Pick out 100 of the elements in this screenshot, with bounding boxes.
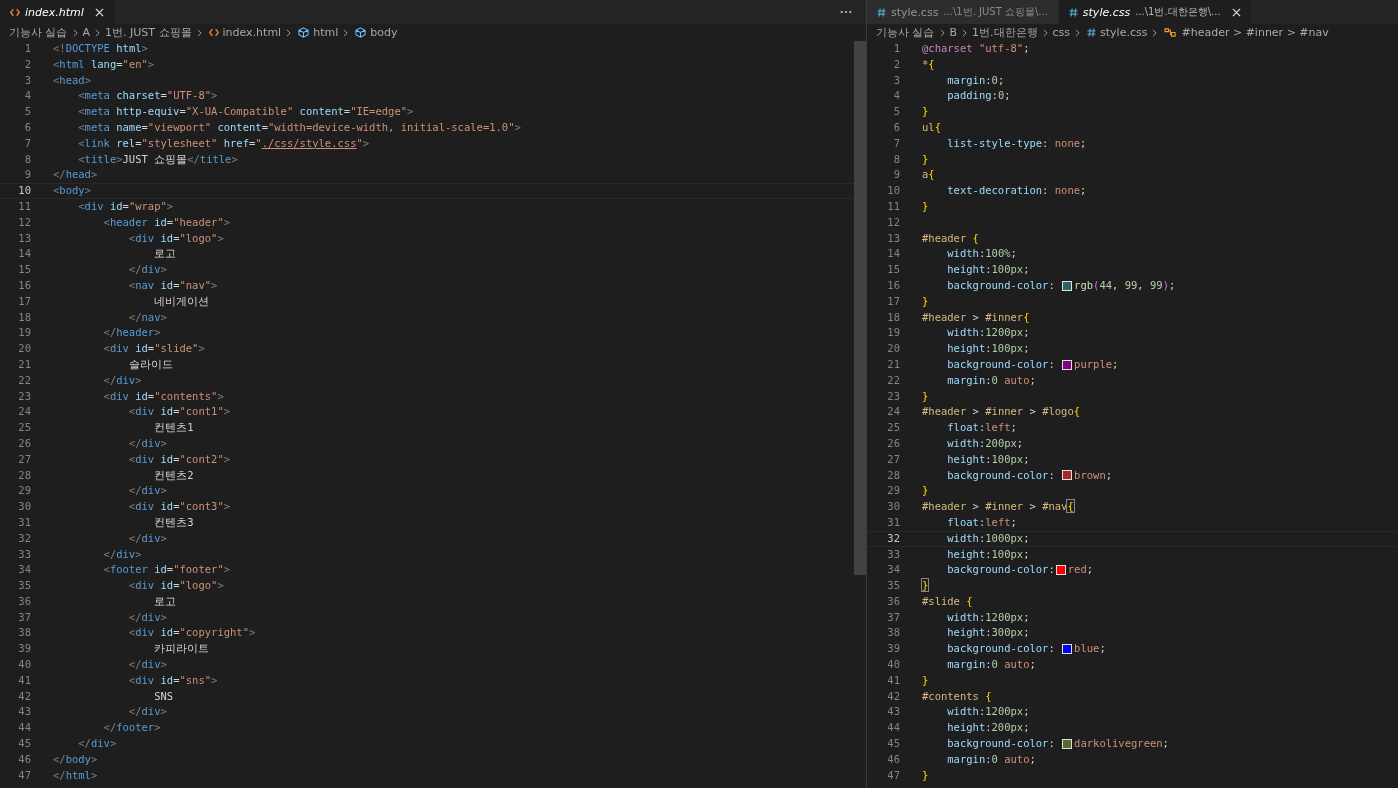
line-number: 4 — [23, 88, 31, 104]
angle-brackets-icon — [208, 28, 219, 37]
line-number: 40 — [886, 657, 900, 673]
chevron-icon — [1075, 28, 1081, 37]
breadcrumb-item[interactable]: 기능사 실습 — [876, 25, 935, 40]
breadcrumb-item[interactable]: 1번. JUST 쇼핑몰 — [105, 25, 192, 40]
code-text: </div> — [127, 657, 167, 673]
line-number: 35 — [886, 578, 900, 594]
code-text: margin:0 auto; — [946, 751, 1036, 767]
line-number: 32 — [17, 530, 31, 546]
code-text: </div> — [127, 530, 167, 546]
code-text: </div> — [127, 609, 167, 625]
breadcrumb-item[interactable]: style.css — [1100, 26, 1148, 39]
breadcrumb-item[interactable]: #header > #inner > #nav — [1181, 26, 1329, 39]
line-number: 8 — [23, 151, 31, 167]
line-number: 13 — [17, 230, 31, 246]
line-number: 31 — [886, 514, 900, 530]
color-swatch[interactable] — [1062, 359, 1073, 370]
more-actions-icon[interactable] — [840, 10, 852, 14]
editor-tab[interactable]: style.css ...\1번.대한은행\... — [1058, 0, 1252, 24]
line-number: 28 — [17, 467, 31, 483]
close-icon[interactable] — [94, 7, 104, 17]
code-text: #slide { — [922, 593, 973, 609]
line-number: 39 — [886, 641, 900, 657]
code-text: 네비게이션 — [153, 293, 210, 309]
scrollbar-thumb[interactable] — [854, 41, 866, 575]
code-text: height:200px; — [946, 720, 1030, 736]
code-text: height:100px; — [946, 546, 1030, 562]
code-text: <div id="copyright"> — [127, 625, 256, 641]
line-number: 40 — [17, 657, 31, 673]
code-text: margin:0 auto; — [946, 372, 1036, 388]
line-number: 28 — [886, 467, 900, 483]
line-number: 9 — [23, 167, 31, 183]
color-swatch[interactable] — [1062, 280, 1073, 291]
chevron-icon — [1152, 28, 1158, 37]
breadcrumb-item[interactable]: A — [82, 26, 91, 39]
line-number: 18 — [17, 309, 31, 325]
line-number: 35 — [17, 578, 31, 594]
breadcrumb-item[interactable]: 기능사 실습 — [9, 25, 68, 40]
breadcrumb-item[interactable]: index.html — [222, 26, 282, 39]
code-text: #header > #inner > #logo{ — [922, 404, 1081, 420]
code-text: 로고 — [153, 246, 177, 262]
breadcrumb-item[interactable]: B — [949, 26, 958, 39]
line-number: 24 — [17, 404, 31, 420]
breadcrumb-item[interactable]: 1번.대한은행 — [972, 25, 1038, 40]
line-number: 46 — [886, 751, 900, 767]
color-swatch[interactable] — [1062, 738, 1073, 749]
code-text: </body> — [53, 751, 98, 767]
line-number: 44 — [886, 720, 900, 736]
line-number: 32 — [886, 531, 900, 546]
code-text: </div> — [102, 372, 142, 388]
code-text: <div id="slide"> — [102, 341, 205, 357]
color-swatch[interactable] — [1055, 565, 1066, 576]
code-text: margin:0 auto; — [946, 657, 1036, 673]
code-text: </footer> — [102, 720, 161, 736]
code-text: } — [922, 293, 929, 309]
line-number: 19 — [886, 325, 900, 341]
breadcrumb-item[interactable]: html — [313, 26, 339, 39]
code-text: background-color: — [946, 356, 1056, 372]
breadcrumb-item[interactable]: css — [1052, 26, 1071, 39]
line-number: 12 — [886, 214, 900, 230]
code-text: } — [922, 151, 929, 167]
line-number: 12 — [17, 214, 31, 230]
code-text: padding:0; — [946, 88, 1011, 104]
line-number: 37 — [17, 609, 31, 625]
code-text: <div id="cont3"> — [127, 499, 231, 515]
code-text: 컨텐츠3 — [153, 514, 194, 530]
line-number: 8 — [892, 151, 900, 167]
breadcrumb-item[interactable]: body — [370, 26, 398, 39]
code-text: } — [922, 767, 929, 783]
code-text: brown; — [1074, 467, 1113, 483]
code-text: </head> — [53, 167, 98, 183]
code-text: 컨텐츠2 — [153, 467, 194, 483]
code-text: width:1200px; — [946, 704, 1030, 720]
code-text: width:100%; — [946, 246, 1017, 262]
editor-tab[interactable]: index.html — [0, 0, 115, 24]
code-text: <html lang="en"> — [53, 56, 155, 72]
hash-icon — [877, 7, 886, 17]
code-text: background-color: — [946, 562, 1055, 578]
code-text: } — [922, 104, 929, 120]
line-number: 5 — [892, 104, 900, 120]
code-text: <!DOCTYPE html> — [53, 41, 148, 56]
color-swatch[interactable] — [1062, 470, 1073, 481]
line-number: 42 — [17, 688, 31, 704]
code-text: <header id="header"> — [102, 214, 231, 230]
color-swatch[interactable] — [1062, 644, 1073, 655]
line-number: 41 — [17, 672, 31, 688]
line-number: 42 — [886, 688, 900, 704]
close-icon[interactable] — [1231, 7, 1241, 17]
code-text: <div id="cont1"> — [127, 404, 231, 420]
code-text: <div id="logo"> — [127, 230, 224, 246]
line-number: 3 — [23, 72, 31, 88]
code-text: <meta name="viewport" content="width=device-width, initial-scale=1.0"> — [77, 120, 521, 135]
line-number: 3 — [892, 72, 900, 88]
editor-tab[interactable]: style.css ...\1번. JUST 쇼핑몰\... — [867, 0, 1059, 24]
line-number: 21 — [886, 356, 900, 372]
line-number: 27 — [17, 451, 31, 467]
line-number: 29 — [17, 483, 31, 499]
code-text: </div> — [127, 435, 167, 451]
line-number: 20 — [17, 341, 31, 357]
